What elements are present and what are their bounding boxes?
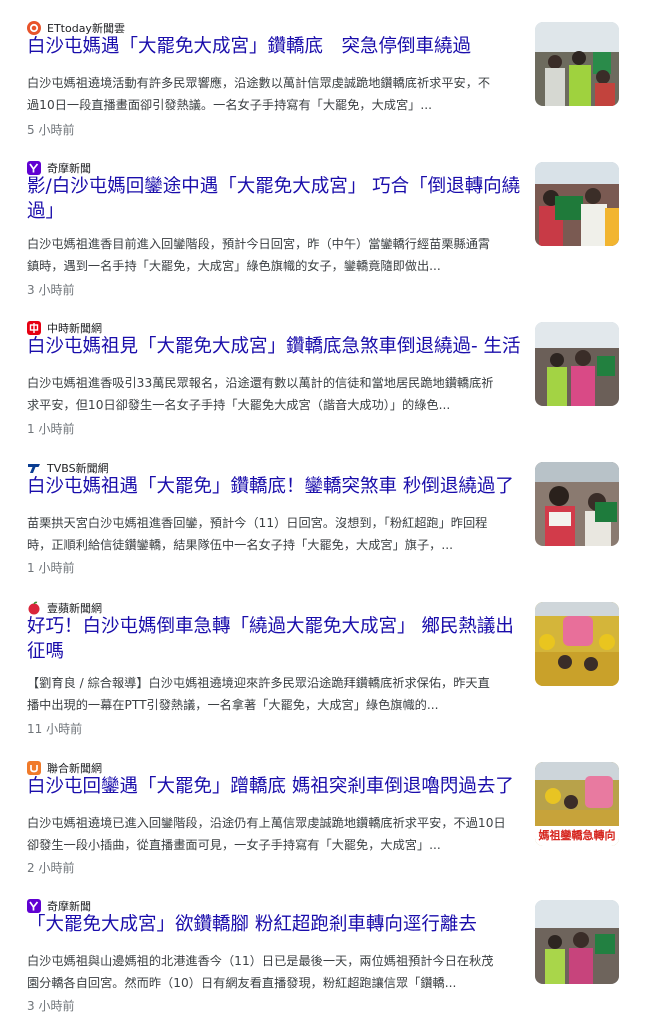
news-snippet: 苗栗拱天宮白沙屯媽祖進香回鑾，預計今（11）日回宮。沒想到，「粉紅超跑」昨回程 … <box>27 512 517 556</box>
title-line: 影/白沙屯媽回鑾途中遇「大罷免大成宮」 巧合「倒退轉向繞 <box>27 176 521 197</box>
news-title-link[interactable]: 白沙屯媽祖遇「大罷免」鑽轎底！鑾轎突煞車 秒倒退繞過了 <box>27 474 517 499</box>
snippet-line: 時，正順利給信徒鑽鑾轎，結果隊伍中一名女子持「大罷免，大成宮」旗子，... <box>27 538 453 552</box>
snippet-line: 苗栗拱天宮白沙屯媽祖進香回鑾，預計今（11）日回宮。沒想到，「粉紅超跑」昨回程 <box>27 516 488 530</box>
ettoday-logo-icon <box>27 21 41 35</box>
snippet-line: 求平安，但10日卻發生一名女子手持「大罷免大成宮（諧音大成功）」的綠色... <box>27 398 451 412</box>
news-thumbnail[interactable] <box>535 22 619 106</box>
title-line: 白沙屯媽祖見「大罷免大成宮」鑽轎底急煞車倒退繞過- 生活 <box>27 336 521 357</box>
news-thumbnail[interactable] <box>535 602 619 686</box>
title-line: 白沙屯回鑾遇「大罷免」蹭轎底 媽祖突剎車倒退嚕閃過去了 <box>27 776 514 797</box>
title-line: 「大罷免大成宮」欲鑽轎腳 粉紅超跑剎車轉向逕行離去 <box>27 914 477 935</box>
snippet-line: 過10日一段直播畫面卻引發熱議。一名女子手持寫有「大罷免，大成宮」... <box>27 98 432 112</box>
news-title-link[interactable]: 白沙屯媽祖見「大罷免大成宮」鑽轎底急煞車倒退繞過- 生活 <box>27 334 521 359</box>
thumbnail-caption: 媽祖鑾轎急轉向 <box>538 829 616 842</box>
snippet-line: 白沙屯媽祖進香吸引33萬民眾報名，沿途還有數以萬計的信徒和當地居民跪地鑽轎底祈 <box>27 376 494 390</box>
snippet-line: 園分轎各自回宮。然而昨（10）日有網友看直播發現，粉紅超跑讓信眾「鑽轎... <box>27 976 457 990</box>
news-snippet: 白沙屯媽祖進香目前進入回鑾階段，預計今日回宮，昨（中午）當鑾轎行經苗栗縣通霄 鎮… <box>27 233 517 277</box>
snippet-line: 白沙屯媽祖與山邊媽祖的北港進香今（11）日已是最後一天，兩位媽祖預計今日在秋茂 <box>27 954 494 968</box>
news-title-link[interactable]: 影/白沙屯媽回鑾途中遇「大罷免大成宮」 巧合「倒退轉向繞 過」 <box>27 174 521 224</box>
snippet-line: 卻發生一段小插曲，從直播畫面可見，一女子手持寫有「大罷免，大成宮」... <box>27 838 441 852</box>
news-snippet: 白沙屯媽祖遶境已進入回鑾階段，沿途仍有上萬信眾虔誠跪地鑽轎底祈求平安，不過10日… <box>27 812 517 856</box>
title-line: 白沙屯媽祖遇「大罷免」鑽轎底！鑾轎突煞車 秒倒退繞過了 <box>27 476 514 497</box>
news-timestamp: 5 小時前 <box>27 123 75 137</box>
news-thumbnail[interactable] <box>535 322 619 406</box>
news-timestamp: 3 小時前 <box>27 283 75 297</box>
news-title-link[interactable]: 白沙屯媽遇「大罷免大成宮」鑽轎底 突急停倒車繞過 <box>27 34 517 59</box>
news-snippet: 白沙屯媽祖進香吸引33萬民眾報名，沿途還有數以萬計的信徒和當地居民跪地鑽轎底祈 … <box>27 372 517 416</box>
news-timestamp: 2 小時前 <box>27 861 75 875</box>
title-line: 過」 <box>27 201 65 222</box>
yahoo-logo-icon <box>27 899 41 913</box>
nextapple-logo-icon <box>27 601 41 615</box>
title-line: 征嗎 <box>27 641 65 662</box>
title-line: 白沙屯媽遇「大罷免大成宮」鑽轎底 突急停倒車繞過 <box>27 36 472 57</box>
snippet-line: 鎮時，遇到一名手持「大罷免，大成宮」綠色旗幟的女子，鑾轎竟隨即做出... <box>27 259 441 273</box>
news-snippet: 【劉育良 / 綜合報導】白沙屯媽祖遶境迎來許多民眾沿途跪拜鑽轎底祈求保佑，昨天直… <box>27 672 517 716</box>
news-title-link[interactable]: 「大罷免大成宮」欲鑽轎腳 粉紅超跑剎車轉向逕行離去 <box>27 912 517 937</box>
tvbs-logo-icon <box>27 461 41 475</box>
snippet-line: 白沙屯媽祖遶境已進入回鑾階段，沿途仍有上萬信眾虔誠跪地鑽轎底祈求平安，不過10日 <box>27 816 506 830</box>
news-thumbnail[interactable] <box>535 162 619 246</box>
snippet-line: 播中出現的一幕在PTT引發熱議，一名拿著「大罷免，大成宮」綠色旗幟的... <box>27 698 439 712</box>
snippet-line: 白沙屯媽祖進香目前進入回鑾階段，預計今日回宮，昨（中午）當鑾轎行經苗栗縣通霄 <box>27 237 491 251</box>
news-timestamp: 11 小時前 <box>27 722 83 736</box>
yahoo-logo-icon <box>27 161 41 175</box>
title-line: 好巧！白沙屯媽倒車急轉「繞過大罷免大成宮」 鄉民熱議出 <box>27 616 514 637</box>
news-results-feed: ETtoday新聞雲 白沙屯媽遇「大罷免大成宮」鑽轎底 突急停倒車繞過 白沙屯媽… <box>0 0 652 1024</box>
news-timestamp: 1 小時前 <box>27 422 75 436</box>
news-thumbnail[interactable] <box>535 900 619 984</box>
udn-logo-icon <box>27 761 41 775</box>
chinatimes-logo-icon <box>27 321 41 335</box>
news-snippet: 白沙屯媽祖遶境活動有許多民眾響應，沿途數以萬計信眾虔誠跪地鑽轎底祈求平安，不 過… <box>27 72 517 116</box>
news-snippet: 白沙屯媽祖與山邊媽祖的北港進香今（11）日已是最後一天，兩位媽祖預計今日在秋茂 … <box>27 950 517 994</box>
news-thumbnail[interactable] <box>535 462 619 546</box>
news-thumbnail[interactable]: 媽祖鑾轎急轉向 <box>535 762 619 846</box>
snippet-line: 白沙屯媽祖遶境活動有許多民眾響應，沿途數以萬計信眾虔誠跪地鑽轎底祈求平安，不 <box>27 76 491 90</box>
snippet-line: 【劉育良 / 綜合報導】白沙屯媽祖遶境迎來許多民眾沿途跪拜鑽轎底祈求保佑，昨天直 <box>27 676 490 690</box>
news-timestamp: 3 小時前 <box>27 999 75 1013</box>
news-title-link[interactable]: 好巧！白沙屯媽倒車急轉「繞過大罷免大成宮」 鄉民熱議出 征嗎 <box>27 614 517 664</box>
news-timestamp: 1 小時前 <box>27 561 75 575</box>
news-title-link[interactable]: 白沙屯回鑾遇「大罷免」蹭轎底 媽祖突剎車倒退嚕閃過去了 <box>27 774 517 799</box>
